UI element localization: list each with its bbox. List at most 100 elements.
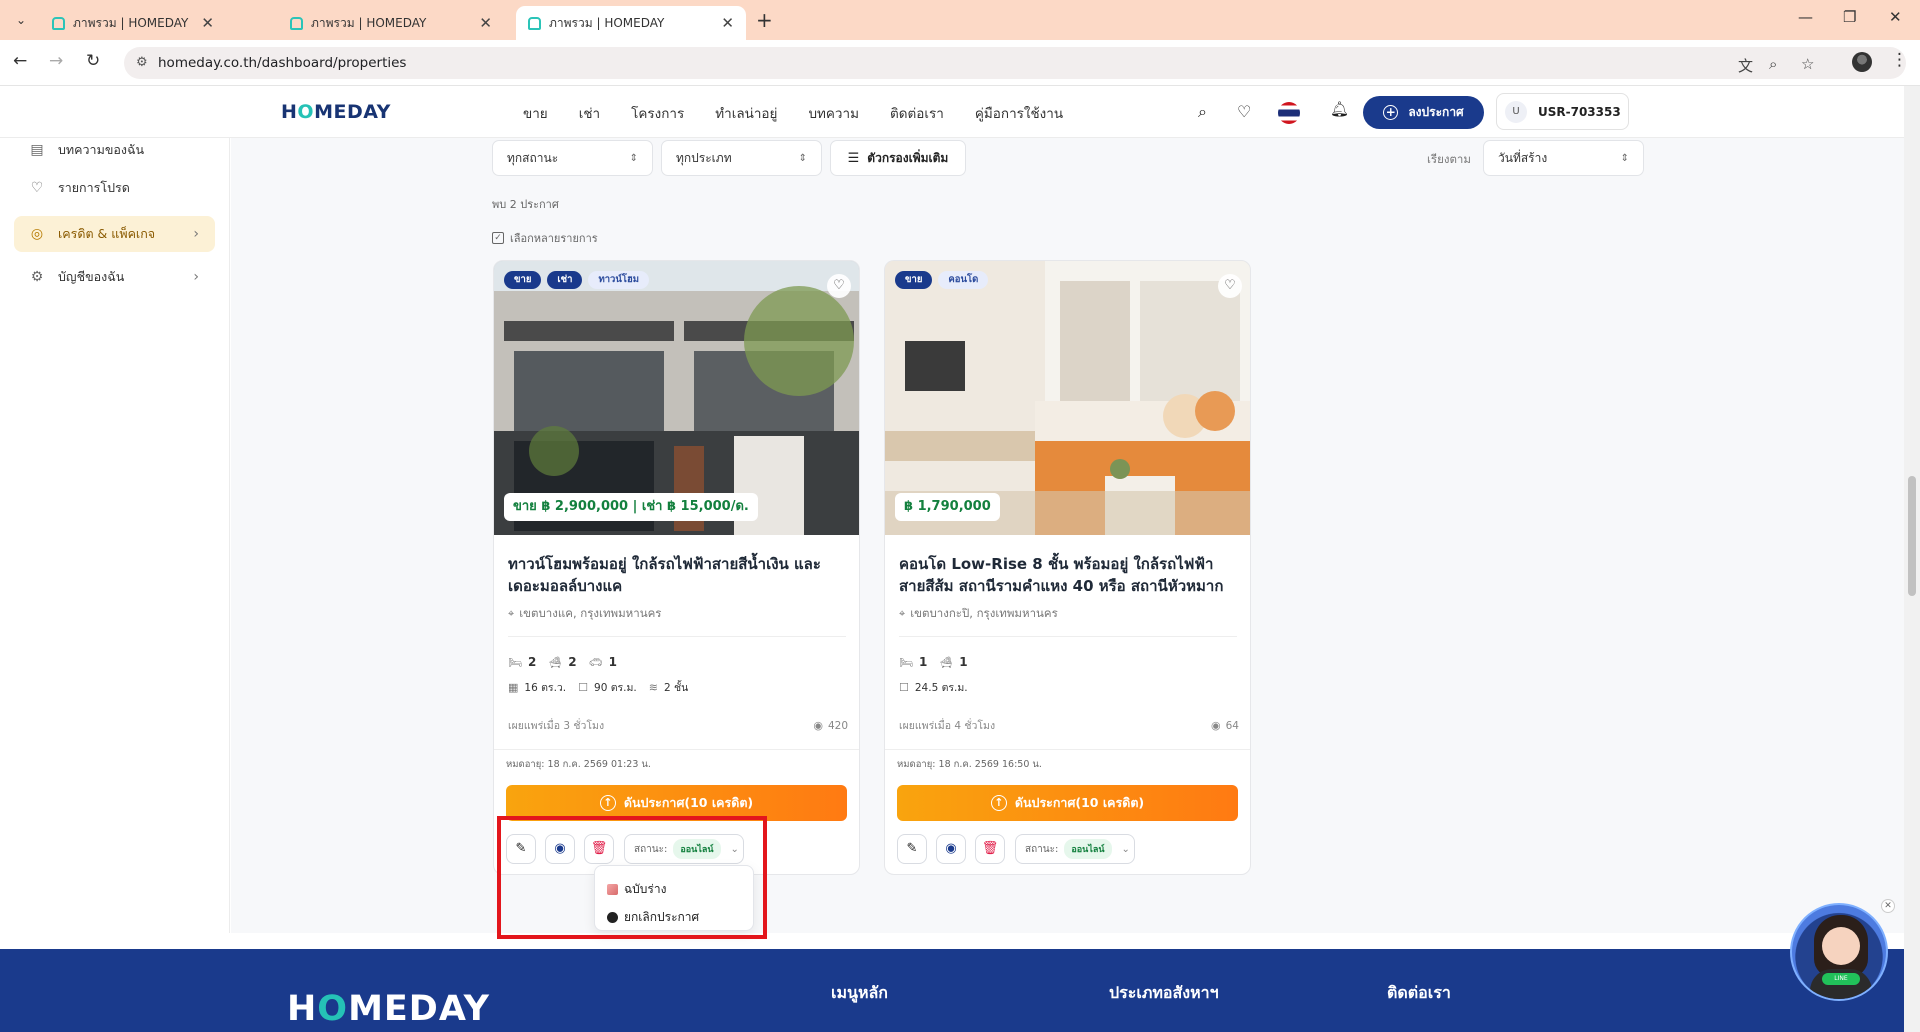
listing-card: ขาย คอนโด ♡ ฿ 1,790,000 คอนโด Low-Rise 8… bbox=[884, 260, 1251, 875]
sidebar-item-label: เครดิต & แพ็คเกจ bbox=[58, 226, 156, 241]
status-option-draft[interactable]: ฉบับร่าง bbox=[607, 880, 666, 899]
bell-icon[interactable]: 🔔︎ bbox=[1330, 100, 1349, 118]
view-count: 420 bbox=[827, 719, 848, 732]
site-header: HOMEDAY ขาย เช่า โครงการ ทำเลน่าอยู่ บทค… bbox=[0, 86, 1904, 138]
price-tag: ฿ 1,790,000 bbox=[895, 493, 1000, 521]
checkbox-icon: ✓ bbox=[492, 232, 504, 244]
sidebar-item-credits[interactable]: ◎ เครดิต & แพ็คเกจ › bbox=[14, 216, 215, 252]
view-button[interactable]: ◉ bbox=[545, 834, 575, 864]
listing-photo[interactable]: ขาย คอนโด ♡ ฿ 1,790,000 bbox=[885, 261, 1250, 535]
badge-sale: ขาย bbox=[504, 271, 542, 289]
delete-button[interactable]: 🗑︎ bbox=[584, 834, 614, 864]
badge-rent: เช่า bbox=[547, 271, 583, 289]
nav-locations[interactable]: ทำเลน่าอยู่ bbox=[715, 102, 777, 124]
status-dropdown[interactable]: สถานะ: ออนไลน์ ⌄ bbox=[624, 834, 744, 864]
browser-menu-icon[interactable]: ⋮ bbox=[1891, 50, 1908, 70]
chevron-down-icon: ⌄ bbox=[730, 843, 739, 855]
search-icon[interactable]: ⌕ bbox=[1198, 102, 1207, 122]
delete-button[interactable]: 🗑︎ bbox=[975, 834, 1005, 864]
nav-contact[interactable]: ติดต่อเรา bbox=[890, 102, 944, 124]
listing-location: ⌖ เขตบางกะปิ, กรุงเทพมหานคร bbox=[899, 606, 1058, 620]
page-scrollbar[interactable] bbox=[1904, 86, 1920, 1032]
nav-articles[interactable]: บทความ bbox=[808, 102, 859, 124]
price-tag: ขาย ฿ 2,900,000 | เช่า ฿ 15,000/ด. bbox=[504, 493, 758, 521]
nav-sell[interactable]: ขาย bbox=[523, 102, 548, 124]
heart-icon[interactable]: ♡ bbox=[1237, 102, 1251, 121]
area-icon: ☐ bbox=[899, 681, 909, 694]
nav-projects[interactable]: โครงการ bbox=[631, 102, 684, 124]
listing-badges: ขาย เช่า ทาวน์โฮม bbox=[504, 271, 655, 289]
sidebar-item-my-articles[interactable]: ▤ บทความของฉัน bbox=[14, 132, 215, 168]
thai-flag-icon[interactable] bbox=[1278, 102, 1300, 124]
sort-select[interactable]: วันที่สร้าง ⇕ bbox=[1483, 140, 1644, 176]
favicon-icon bbox=[290, 16, 303, 30]
reload-icon[interactable]: ↻ bbox=[86, 51, 100, 71]
edit-button[interactable]: ✎ bbox=[506, 834, 536, 864]
close-icon[interactable]: ✕ bbox=[201, 14, 214, 32]
user-menu-button[interactable]: U USR-703353 bbox=[1496, 93, 1629, 130]
area-specs: ☐ 24.5 ตร.ม. bbox=[899, 681, 968, 694]
nav-rent[interactable]: เช่า bbox=[579, 102, 600, 124]
new-tab-button[interactable]: + bbox=[756, 8, 773, 32]
listing-badges: ขาย คอนโด bbox=[895, 271, 994, 289]
edit-button[interactable]: ✎ bbox=[897, 834, 927, 864]
status-option-cancel[interactable]: ยกเลิกประกาศ bbox=[607, 908, 699, 927]
boost-listing-button[interactable]: ↑ ดันประกาศ(10 เครดิต) bbox=[897, 785, 1238, 821]
type-filter-select[interactable]: ทุกประเภท ⇕ bbox=[661, 140, 822, 176]
multi-select-toggle[interactable]: ✓ เลือกหลายรายการ bbox=[492, 229, 598, 247]
black-circle-icon bbox=[607, 912, 618, 923]
listing-title[interactable]: ทาวน์โฮมพร้อมอยู่ ใกล้รถไฟฟ้าสายสีน้ำเงิ… bbox=[508, 553, 848, 597]
minimize-icon[interactable]: — bbox=[1798, 8, 1813, 26]
listing-location: ⌖ เขตบางแค, กรุงเทพมหานคร bbox=[508, 606, 662, 620]
restore-icon[interactable]: ❐ bbox=[1843, 8, 1856, 26]
status-dropdown[interactable]: สถานะ: ออนไลน์ ⌄ bbox=[1015, 834, 1135, 864]
eye-icon: ◉ bbox=[554, 841, 566, 856]
divider bbox=[899, 636, 1237, 637]
bookmark-star-icon[interactable]: ☆ bbox=[1801, 55, 1814, 73]
close-chat-icon[interactable]: ✕ bbox=[1881, 899, 1895, 913]
tab-title: ภาพรวม | HOMEDAY bbox=[73, 15, 189, 30]
more-filters-button[interactable]: ☰ ตัวกรองเพิ่มเติม bbox=[830, 140, 966, 176]
browser-tab[interactable]: ภาพรวม | HOMEDAY ✕ bbox=[40, 6, 226, 40]
close-icon[interactable]: ✕ bbox=[721, 14, 734, 32]
chat-assistant-avatar[interactable]: LINE bbox=[1790, 903, 1888, 1001]
browser-tab-active[interactable]: ภาพรวม | HOMEDAY ✕ bbox=[516, 6, 746, 40]
post-listing-button[interactable]: + ลงประกาศ bbox=[1363, 96, 1484, 129]
favicon-icon bbox=[528, 16, 541, 30]
homeday-logo[interactable]: HOMEDAY bbox=[281, 101, 391, 123]
arrow-up-circle-icon: ↑ bbox=[990, 795, 1007, 811]
browser-tab[interactable]: ภาพรวม | HOMEDAY ✕ bbox=[278, 6, 504, 40]
view-button[interactable]: ◉ bbox=[936, 834, 966, 864]
site-settings-icon[interactable]: ⚙ bbox=[136, 55, 148, 70]
close-icon[interactable]: ✕ bbox=[479, 14, 492, 32]
tab-search-button[interactable]: ⌄ bbox=[8, 8, 34, 32]
footer-logo[interactable]: HOMEDAY bbox=[287, 989, 490, 1029]
listing-title[interactable]: คอนโด Low-Rise 8 ชั้น พร้อมอยู่ ใกล้รถไฟ… bbox=[899, 553, 1239, 597]
forward-arrow-icon[interactable]: → bbox=[49, 51, 63, 71]
nav-manual[interactable]: คู่มือการใช้งาน bbox=[975, 102, 1063, 124]
favorite-heart-icon[interactable]: ♡ bbox=[1218, 274, 1242, 298]
scrollbar-thumb[interactable] bbox=[1908, 476, 1916, 596]
eye-icon: ◉ bbox=[813, 719, 823, 732]
favicon-icon bbox=[52, 16, 65, 30]
chevron-right-icon: › bbox=[193, 269, 199, 285]
footer-heading-property-types: ประเภทอสังหาฯ bbox=[1109, 983, 1219, 1002]
dashboard-sidebar: ▤ บทความของฉัน ♡ รายการโปรด ◎ เครดิต & แ… bbox=[0, 138, 230, 933]
favorite-heart-icon[interactable]: ♡ bbox=[827, 274, 851, 298]
status-dropdown-menu: ฉบับร่าง ยกเลิกประกาศ bbox=[594, 865, 754, 931]
status-filter-select[interactable]: ทุกสถานะ ⇕ bbox=[492, 140, 653, 176]
boost-listing-button[interactable]: ↑ ดันประกาศ(10 เครดิต) bbox=[506, 785, 847, 821]
divider bbox=[494, 749, 859, 750]
sidebar-item-account[interactable]: ⚙ บัญชีของฉัน › bbox=[14, 259, 215, 295]
translate-icon[interactable]: 文 bbox=[1738, 55, 1753, 76]
window-close-icon[interactable]: ✕ bbox=[1889, 8, 1902, 26]
profile-avatar[interactable] bbox=[1852, 52, 1872, 72]
bath-icon: 🛁︎ bbox=[548, 655, 563, 669]
badge-property-type: ทาวน์โฮม bbox=[588, 271, 650, 289]
zoom-icon[interactable]: ⌕ bbox=[1769, 55, 1777, 73]
address-bar[interactable]: ⚙ homeday.co.th/dashboard/properties 文 ⌕… bbox=[124, 47, 1906, 79]
sidebar-item-favorites[interactable]: ♡ รายการโปรด bbox=[14, 170, 215, 206]
published-time: เผยแพร่เมื่อ 4 ชั่วโมง bbox=[899, 720, 996, 732]
listing-photo[interactable]: ขาย เช่า ทาวน์โฮม ♡ ขาย ฿ 2,900,000 | เช… bbox=[494, 261, 859, 535]
back-arrow-icon[interactable]: ← bbox=[13, 51, 27, 71]
